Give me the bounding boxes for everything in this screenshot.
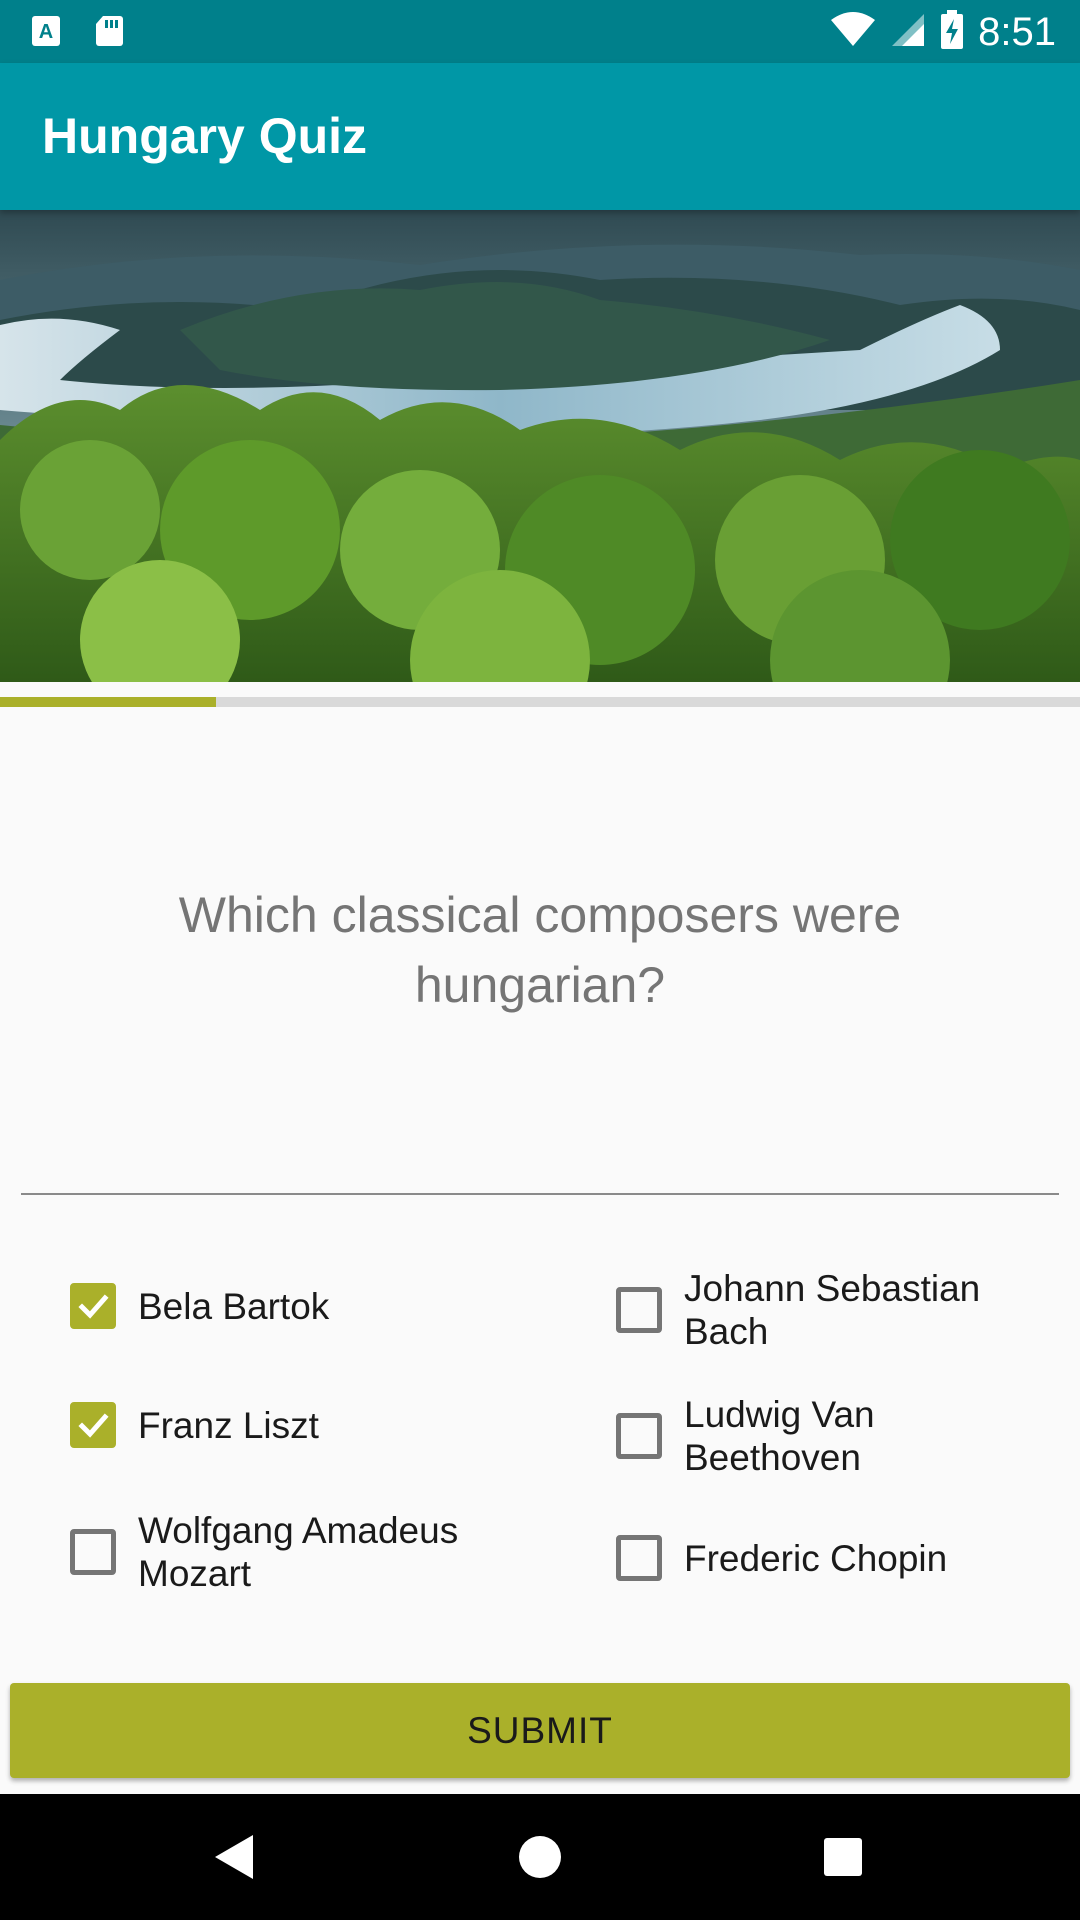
hero-image [0, 210, 1080, 682]
app-bar: Hungary Quiz [0, 63, 1080, 210]
progress-bar [0, 697, 1080, 707]
back-icon[interactable] [200, 1822, 270, 1892]
answer-option-bach[interactable]: Johann Sebastian Bach [616, 1267, 1024, 1353]
battery-charging-icon [940, 9, 964, 55]
answer-option-bartok[interactable]: Bela Bartok [70, 1283, 478, 1329]
answer-label: Bela Bartok [138, 1285, 330, 1327]
app-title: Hungary Quiz [42, 108, 368, 164]
progress-fill [0, 697, 216, 707]
answer-label: Johann Sebastian Bach [684, 1268, 981, 1352]
question-text: Which classical composers were hungarian… [178, 887, 902, 1013]
status-bar: A 8:51 [0, 0, 1080, 63]
answer-label: Franz Liszt [138, 1404, 319, 1446]
svg-text:A: A [39, 21, 53, 43]
answer-option-liszt[interactable]: Franz Liszt [70, 1402, 478, 1448]
answer-label: Ludwig Van Beethoven [684, 1394, 875, 1478]
sd-card-icon [94, 14, 124, 53]
wifi-icon [830, 11, 876, 53]
answer-option-chopin[interactable]: Frederic Chopin [616, 1535, 1024, 1581]
answer-option-mozart[interactable]: Wolfgang Amadeus Mozart [70, 1509, 478, 1595]
recents-icon[interactable] [808, 1822, 878, 1892]
navigation-bar [0, 1794, 1080, 1920]
checkbox[interactable] [616, 1413, 662, 1459]
checkbox-checked[interactable] [70, 1402, 116, 1448]
signal-icon [890, 12, 926, 53]
checkbox[interactable] [70, 1529, 116, 1575]
home-icon[interactable] [505, 1822, 575, 1892]
checkbox[interactable] [616, 1287, 662, 1333]
answer-label: Frederic Chopin [684, 1537, 948, 1579]
divider [21, 1193, 1059, 1195]
checkbox[interactable] [616, 1535, 662, 1581]
keyboard-a-icon: A [30, 14, 62, 53]
checkbox-checked[interactable] [70, 1283, 116, 1329]
answer-option-beethoven[interactable]: Ludwig Van Beethoven [616, 1393, 1024, 1479]
clock: 8:51 [978, 9, 1056, 54]
answer-label: Wolfgang Amadeus Mozart [138, 1510, 459, 1594]
submit-button[interactable]: SUBMIT [10, 1683, 1070, 1778]
